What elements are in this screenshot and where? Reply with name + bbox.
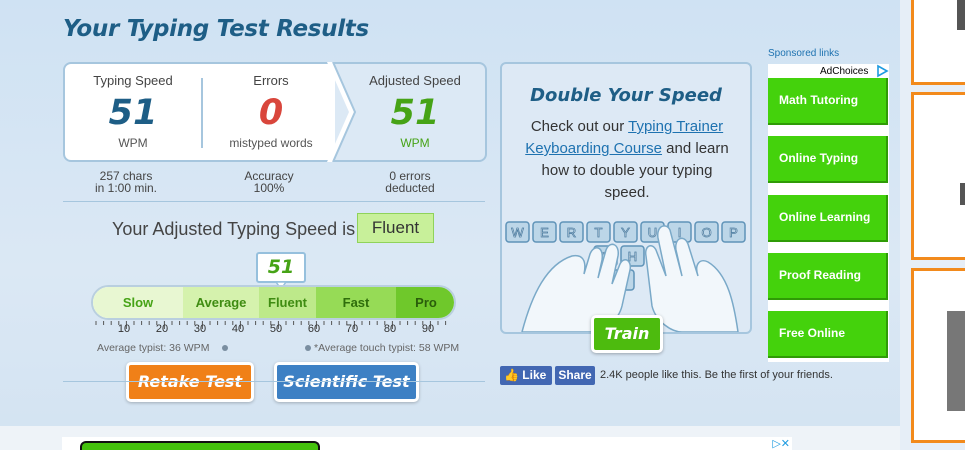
bottom-ad-banner[interactable]: ▷✕	[62, 437, 792, 450]
keyboard-key-label: Y	[621, 225, 630, 240]
sponsored-links-label: Sponsored links	[768, 48, 840, 59]
adjusted-speed-stat: Adjusted Speed 51 WPM	[347, 64, 483, 160]
promo-panel: Double Your Speed Check out our Typing T…	[500, 62, 752, 334]
promo-title: Double Your Speed	[530, 85, 722, 106]
errors-label: Errors	[253, 73, 289, 88]
tick-label: 60	[307, 323, 321, 335]
tick-label: 20	[155, 323, 169, 335]
errors-unit: mistyped words	[229, 136, 313, 150]
keyboarding-course-link[interactable]: Keyboarding Course	[525, 140, 662, 157]
chars-summary: 257 chars in 1:00 min.	[63, 170, 189, 194]
tick-label: 50	[269, 323, 283, 335]
bottom-ad-graphic	[80, 441, 320, 450]
scale-segment-fast: Fast	[316, 287, 396, 318]
section-divider	[63, 381, 485, 382]
tick-label: 70	[345, 323, 359, 335]
tick-label: 30	[193, 323, 207, 335]
facebook-share-button[interactable]: Share	[555, 366, 595, 385]
retake-test-button[interactable]: Retake Test	[126, 362, 254, 402]
accuracy-value: 100%	[253, 181, 285, 195]
promo-text: Check out our Typing Trainer Keyboarding…	[518, 116, 736, 204]
adjusted-speed-label: Adjusted Speed	[369, 73, 461, 88]
train-button[interactable]: Train	[591, 315, 663, 353]
deduction-label: deducted	[385, 181, 435, 195]
facebook-like-count: 2.4K people like this. Be the first of y…	[600, 369, 833, 381]
keyboard-key-label: P	[729, 225, 738, 240]
scale-segment-slow: Slow	[93, 287, 183, 318]
scale-segment-pro: Pro	[396, 287, 454, 318]
average-typist-dot	[222, 345, 228, 351]
adchoices-label[interactable]: AdChoices	[820, 66, 868, 77]
tick-label: 80	[383, 323, 397, 335]
speed-marker: 51	[256, 252, 306, 283]
scale-segment-fluent: Fluent	[259, 287, 316, 318]
adjusted-speed-value: 51	[390, 93, 440, 133]
stats-panel: Typing Speed 51 WPM Errors 0 mistyped wo…	[63, 62, 487, 162]
typing-speed-value: 51	[108, 93, 158, 133]
keyboard-key-label: E	[540, 225, 549, 240]
speed-level-badge: Fluent	[357, 213, 434, 243]
chars-time: in 1:00 min.	[94, 181, 158, 195]
touch-typist-note: *Average touch typist: 58 WPM	[314, 342, 460, 354]
scientific-test-button[interactable]: Scientific Test	[274, 362, 419, 402]
page-title: Your Typing Test Results	[63, 16, 369, 42]
tick-label: 40	[231, 323, 245, 335]
typing-speed-label: Typing Speed	[93, 73, 173, 88]
adchoices-icon[interactable]	[875, 64, 889, 78]
errors-stat: Errors 0 mistyped words	[203, 64, 339, 160]
keyboard-key-label: R	[567, 225, 576, 240]
scale-segment-average: Average	[183, 287, 259, 318]
ad-link-online-typing[interactable]: Online Typing	[768, 136, 888, 183]
accuracy-summary: Accuracy 100%	[206, 170, 332, 194]
keyboard-key-label: T	[595, 225, 603, 240]
keyboard-key-label: O	[701, 225, 711, 240]
keyboard-key-label: U	[648, 225, 657, 240]
ad-link-math-tutoring[interactable]: Math Tutoring	[768, 78, 888, 125]
typing-trainer-link[interactable]: Typing Trainer	[628, 118, 723, 135]
adjusted-speed-sentence: Your Adjusted Typing Speed is	[112, 219, 356, 239]
side-card[interactable]	[911, 92, 965, 260]
touch-typist-dot	[305, 345, 311, 351]
ad-link-online-learning[interactable]: Online Learning	[768, 195, 888, 242]
typing-speed-unit: WPM	[118, 136, 148, 150]
section-divider	[63, 201, 485, 202]
promo-text-start: Check out our	[530, 118, 629, 135]
adjusted-speed-unit: WPM	[400, 136, 430, 150]
deduction-summary: 0 errors deducted	[347, 170, 473, 194]
tick-label: 10	[117, 323, 131, 335]
thumbs-up-icon: 👍	[504, 368, 519, 382]
average-typist-note: Average typist: 36 WPM	[97, 342, 210, 354]
ad-link-proof-reading[interactable]: Proof Reading	[768, 253, 888, 300]
like-label: Like	[522, 368, 547, 382]
side-card[interactable]	[911, 0, 965, 85]
ad-close-icon[interactable]: ▷✕	[772, 437, 790, 450]
speed-scale: Slow Average Fluent Fast Pro	[91, 285, 456, 320]
keyboard-key-label: W	[511, 225, 524, 240]
tick-label: 90	[421, 323, 435, 335]
typing-speed-stat: Typing Speed 51 WPM	[65, 64, 201, 160]
ad-link-free-online[interactable]: Free Online	[768, 311, 888, 358]
errors-value: 0	[258, 93, 284, 133]
side-card[interactable]	[911, 268, 965, 443]
facebook-like-button[interactable]: 👍 Like	[500, 366, 552, 385]
